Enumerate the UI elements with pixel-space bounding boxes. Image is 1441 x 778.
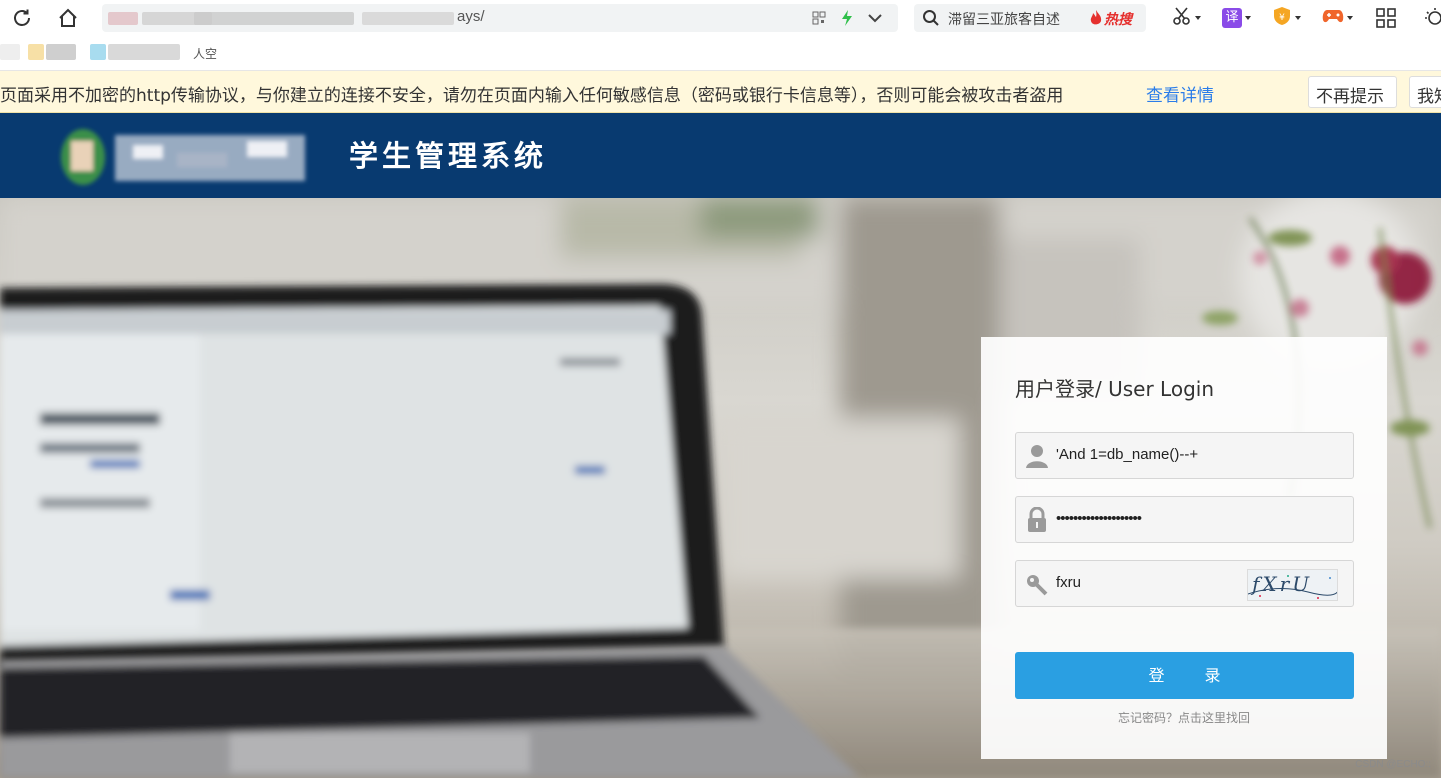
captcha-field[interactable]: fxru fXrU: [1015, 560, 1354, 607]
apps-grid-icon[interactable]: [1375, 6, 1397, 30]
username-value: 'And 1=db_name()--+: [1056, 446, 1199, 463]
warning-message: 页面采用不加密的http传输协议，与你建立的连接不安全，请勿在页面内输入任何敏感…: [0, 86, 1064, 106]
key-icon: [1025, 571, 1049, 597]
dont-remind-button[interactable]: 不再提示: [1308, 76, 1397, 108]
address-bar[interactable]: ays/: [102, 4, 898, 32]
fire-icon: [1089, 10, 1103, 30]
game-controller-icon: [1322, 7, 1344, 29]
bookmark-item[interactable]: [0, 44, 20, 60]
captcha-input-value: fxru: [1056, 574, 1082, 591]
browser-search-box[interactable]: 滞留三亚旅客自述 热搜: [914, 4, 1146, 32]
login-button[interactable]: 登录: [1015, 652, 1354, 699]
url-text: ays/: [457, 8, 485, 25]
login-title: 用户登录/ User Login: [1015, 377, 1214, 401]
hot-search-label: 热搜: [1104, 12, 1132, 28]
translate-icon: 译: [1222, 8, 1242, 28]
bookmark-favicon: [90, 44, 106, 60]
chevron-down-icon[interactable]: [864, 7, 886, 29]
search-suggestion: 滞留三亚旅客自述: [948, 12, 1060, 28]
search-icon: [922, 9, 940, 31]
insecure-connection-warning: 页面采用不加密的http传输协议，与你建立的连接不安全，请勿在页面内输入任何敏感…: [0, 71, 1441, 113]
forgot-password-link[interactable]: 忘记密码？点击这里找回: [981, 709, 1387, 726]
lock-icon: [1025, 506, 1049, 533]
bookmark-item[interactable]: [108, 44, 180, 60]
bookmark-favicon: [28, 44, 44, 60]
refresh-icon[interactable]: [9, 5, 35, 31]
system-title: 学生管理系统: [349, 139, 548, 173]
bookmark-item[interactable]: [46, 44, 76, 60]
watermark: CSDN @ECHO::: [1355, 759, 1431, 770]
password-field[interactable]: ••••••••••••••••••••: [1015, 496, 1354, 543]
brightness-icon[interactable]: [1421, 6, 1441, 30]
browser-toolbar: ays/ 滞留三亚旅客自述 热搜 译 ¥: [0, 0, 1441, 36]
username-field[interactable]: 'And 1=db_name()--+: [1015, 432, 1354, 479]
captcha-image[interactable]: fXrU: [1247, 569, 1338, 601]
captcha-text: fXrU: [1252, 572, 1313, 596]
shield-extension-button[interactable]: ¥: [1272, 6, 1301, 30]
site-header: 学生管理系统: [0, 113, 1441, 198]
shield-extension-icon: ¥: [1272, 6, 1292, 30]
view-details-link[interactable]: 查看详情: [1146, 81, 1214, 106]
game-center-button[interactable]: [1322, 6, 1353, 30]
screenshot-tool-button[interactable]: [1172, 6, 1201, 30]
password-value: ••••••••••••••••••••: [1056, 510, 1142, 527]
lightning-icon[interactable]: [838, 7, 856, 29]
translate-button[interactable]: 译: [1222, 6, 1251, 30]
qr-code-icon[interactable]: [810, 7, 828, 29]
scissors-icon: [1172, 6, 1192, 30]
login-panel: 用户登录/ User Login 'And 1=db_name()--+ •••…: [981, 337, 1387, 759]
bookmark-partial-text: 人空: [193, 47, 218, 61]
svg-text:¥: ¥: [1279, 13, 1285, 23]
bookmarks-bar: 人空: [0, 36, 1441, 71]
school-logo: [57, 123, 315, 191]
user-icon: [1025, 443, 1049, 469]
home-icon[interactable]: [55, 5, 81, 31]
acknowledge-button[interactable]: 我知: [1409, 76, 1441, 108]
